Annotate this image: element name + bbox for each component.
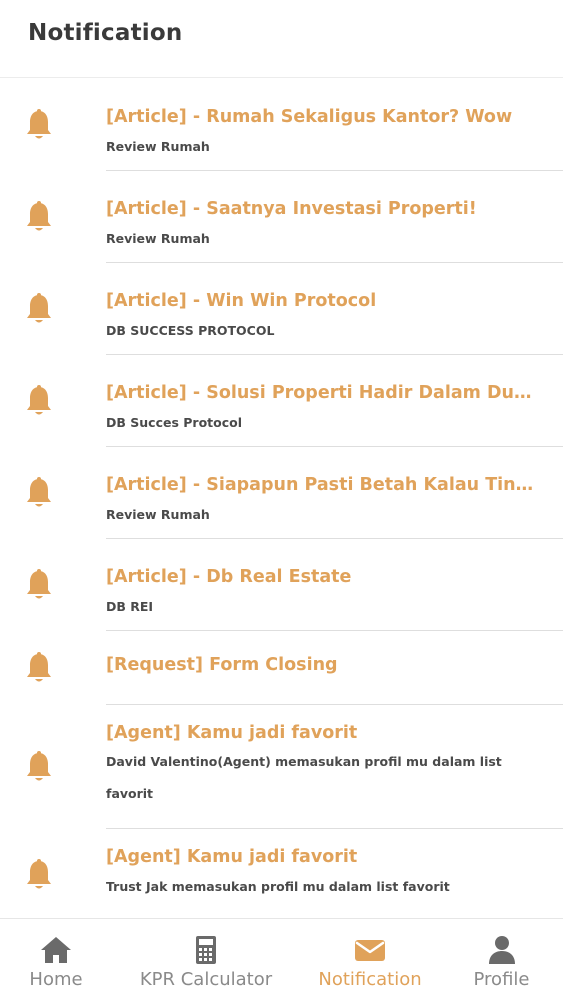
notification-content: [Article] - Solusi Properti Hadir Dalam … (106, 355, 563, 447)
notification-content: [Agent] Kamu jadi favorit David Valentin… (106, 705, 563, 829)
tab-label: Profile (473, 969, 530, 990)
notification-item[interactable]: [Article] - Solusi Properti Hadir Dalam … (0, 355, 563, 447)
notification-subtitle: Trust Jak memasukan profil mu dalam list… (106, 879, 450, 894)
notification-content: [Article] - Saatnya Investasi Properti! … (106, 171, 563, 263)
notification-subtitle: DB Succes Protocol (106, 415, 243, 430)
tab-label: Home (29, 969, 83, 990)
notification-item[interactable]: [Article] - Saatnya Investasi Properti! … (0, 171, 563, 263)
tab-profile[interactable]: Profile (440, 919, 563, 1001)
person-icon (488, 936, 515, 964)
notification-title: [Article] - Solusi Properti Hadir Dalam … (106, 383, 543, 403)
notification-title: [Request] Form Closing (106, 655, 338, 675)
bell-icon (27, 859, 51, 889)
notification-content: [Agent] Kamu jadi favorit Trust Jak mema… (106, 829, 563, 919)
mail-icon (355, 940, 385, 961)
notification-title: [Article] - Win Win Protocol (106, 291, 377, 311)
tab-label: Notification (318, 969, 422, 990)
notification-list[interactable]: [Article] - Rumah Sekaligus Kantor? Wow … (0, 79, 563, 919)
tab-home[interactable]: Home (0, 919, 112, 1001)
notification-subtitle: Review Rumah (106, 507, 210, 522)
bell-icon (27, 109, 51, 139)
bell-icon (27, 385, 51, 415)
notification-content: [Article] - Siapapun Pasti Betah Kalau T… (106, 447, 563, 539)
notification-subtitle: DB REI (106, 599, 154, 614)
notification-content: [Article] - Rumah Sekaligus Kantor? Wow … (106, 79, 563, 171)
bell-icon (27, 569, 51, 599)
notification-title: [Agent] Kamu jadi favorit (106, 847, 358, 867)
notification-title: [Article] - Saatnya Investasi Properti! (106, 199, 477, 219)
notification-item[interactable]: [Request] Form Closing (0, 631, 563, 705)
notification-item[interactable]: [Article] - Siapapun Pasti Betah Kalau T… (0, 447, 563, 539)
bottom-tab-bar: Home KPR Calculator Notification Profile (0, 918, 563, 1000)
bell-icon (27, 652, 51, 682)
notification-subtitle: David Valentino(Agent) memasukan profil … (106, 754, 502, 801)
app-header: Notification (0, 0, 563, 78)
notification-content: [Article] - Db Real Estate DB REI (106, 539, 563, 631)
notification-title: [Article] - Db Real Estate (106, 567, 352, 587)
tab-notification[interactable]: Notification (300, 919, 440, 1001)
notification-title: [Article] - Rumah Sekaligus Kantor? Wow (106, 107, 513, 127)
bell-icon (27, 477, 51, 507)
notification-title: [Agent] Kamu jadi favorit (106, 723, 358, 743)
page-title: Notification (28, 20, 183, 46)
notification-content: [Request] Form Closing (106, 631, 563, 705)
notification-content: [Article] - Win Win Protocol DB SUCCESS … (106, 263, 563, 355)
notification-subtitle: Review Rumah (106, 231, 210, 246)
notification-title: [Article] - Siapapun Pasti Betah Kalau T… (106, 475, 543, 495)
tab-label: KPR Calculator (139, 969, 273, 990)
bell-icon (27, 293, 51, 323)
notification-item[interactable]: [Agent] Kamu jadi favorit David Valentin… (0, 705, 563, 829)
calculator-icon (196, 936, 216, 964)
notification-item[interactable]: [Article] - Win Win Protocol DB SUCCESS … (0, 263, 563, 355)
bell-icon (27, 751, 51, 781)
notification-item[interactable]: [Article] - Db Real Estate DB REI (0, 539, 563, 631)
bell-icon (27, 201, 51, 231)
home-icon (41, 937, 71, 963)
notification-item[interactable]: [Agent] Kamu jadi favorit Trust Jak mema… (0, 829, 563, 919)
tab-kpr-calculator[interactable]: KPR Calculator (112, 919, 300, 1001)
notification-subtitle: DB SUCCESS PROTOCOL (106, 323, 275, 338)
notification-item[interactable]: [Article] - Rumah Sekaligus Kantor? Wow … (0, 79, 563, 171)
notification-subtitle: Review Rumah (106, 139, 210, 154)
